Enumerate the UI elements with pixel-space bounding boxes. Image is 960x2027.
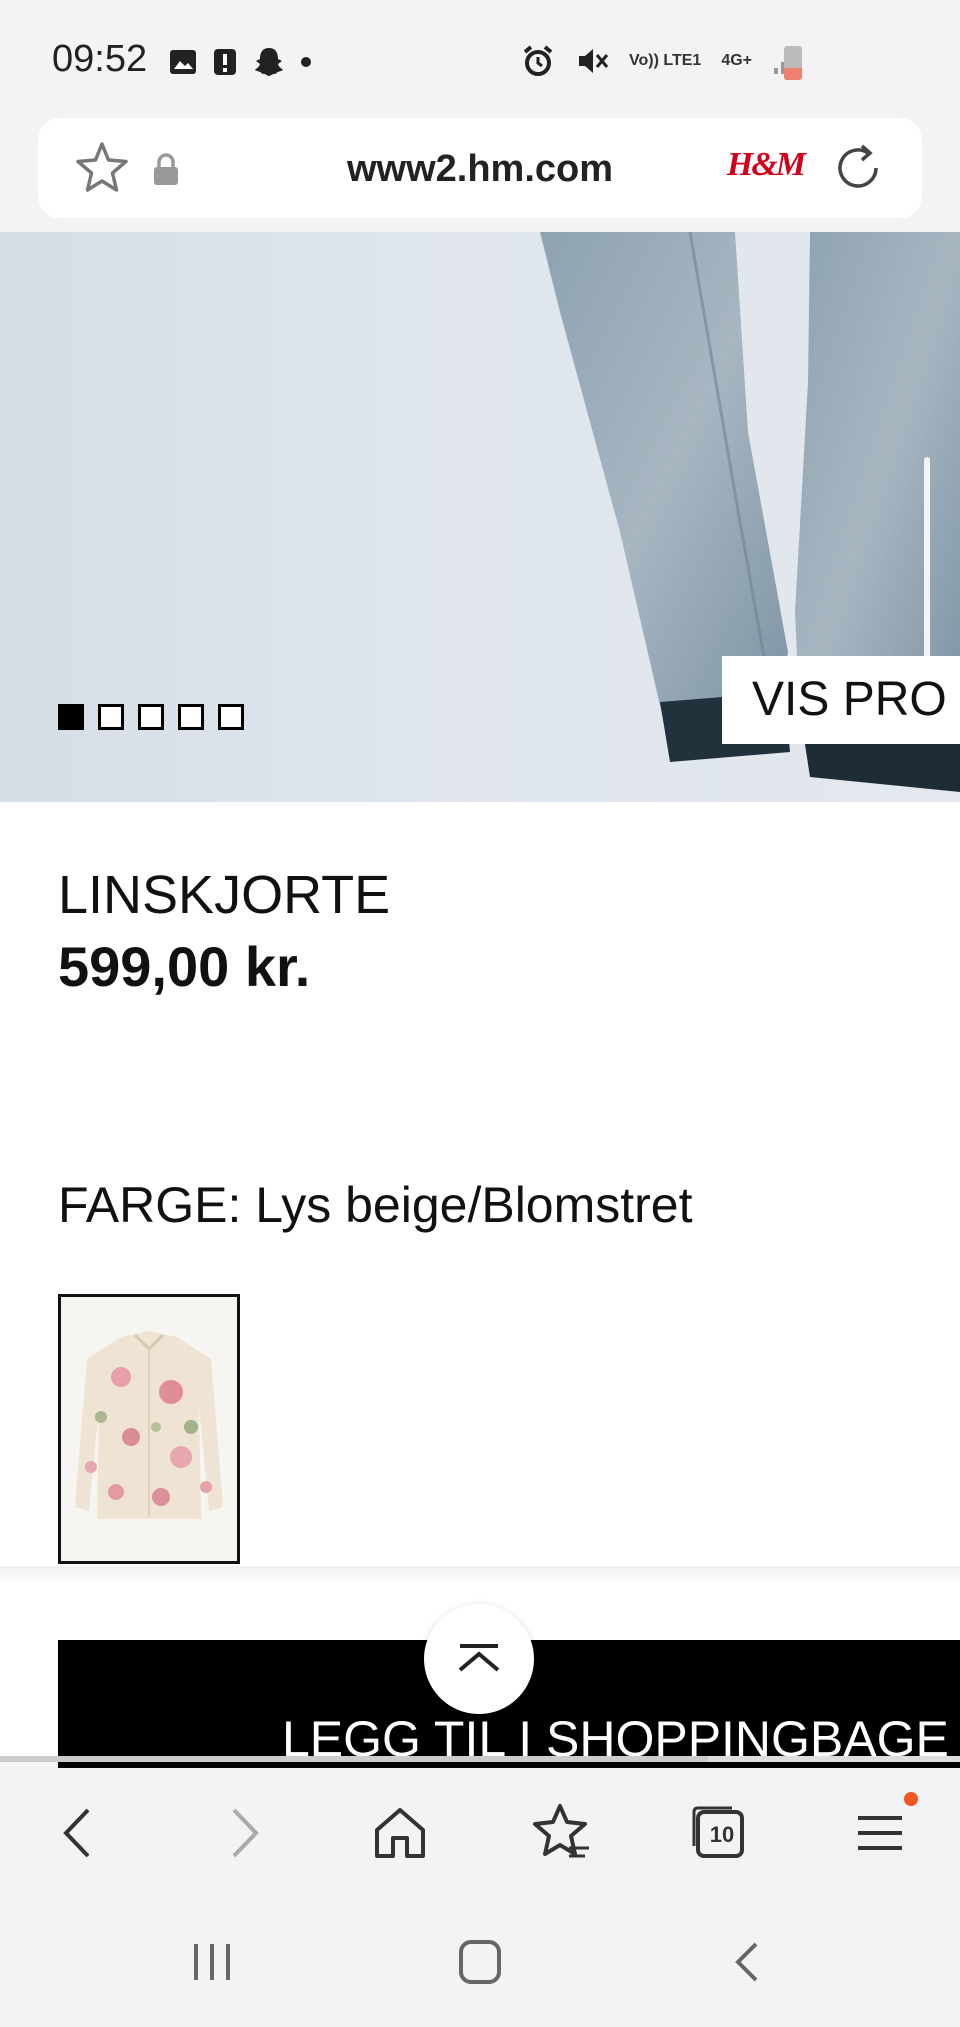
carousel-dot[interactable] bbox=[98, 704, 124, 730]
system-back-icon[interactable] bbox=[718, 1936, 778, 1988]
battery-icon bbox=[784, 46, 802, 80]
menu-button[interactable] bbox=[846, 1792, 918, 1868]
color-label: FARGE: Lys beige/Blomstret bbox=[58, 1177, 693, 1233]
snapchat-icon bbox=[255, 48, 283, 76]
image-scroll-indicator bbox=[924, 457, 930, 677]
volte-label: Vo)) LTE1 bbox=[629, 52, 702, 69]
alarm-icon bbox=[523, 45, 553, 76]
alert-icon bbox=[214, 49, 236, 75]
forward-icon[interactable] bbox=[208, 1798, 278, 1868]
status-bar: 09:52 Vo)) LTE1 4G+ bbox=[0, 0, 960, 118]
bookmarks-icon[interactable] bbox=[525, 1798, 595, 1868]
product-details: LINSKJORTE 599,00 kr. FARGE: Lys beige/B… bbox=[0, 802, 960, 1582]
status-notification-icons bbox=[168, 46, 312, 78]
back-icon[interactable] bbox=[44, 1798, 114, 1868]
home-icon[interactable] bbox=[365, 1798, 435, 1868]
color-swatch-selected[interactable] bbox=[58, 1294, 240, 1564]
carousel-dot[interactable] bbox=[138, 704, 164, 730]
recent-apps-icon[interactable] bbox=[182, 1936, 242, 1988]
status-time: 09:52 bbox=[52, 38, 148, 80]
browser-toolbar: 10 bbox=[0, 1768, 960, 1898]
carousel-dot[interactable] bbox=[218, 704, 244, 730]
network-type-label: 4G+ bbox=[721, 52, 752, 69]
carousel-dot[interactable] bbox=[58, 704, 84, 730]
scroll-to-top-icon bbox=[458, 1644, 500, 1672]
view-product-button[interactable]: VIS PRO bbox=[722, 656, 960, 744]
product-image-carousel[interactable]: VIS PRO bbox=[0, 232, 960, 802]
shirt-thumbnail bbox=[75, 1331, 223, 1519]
reload-icon[interactable] bbox=[832, 142, 884, 194]
site-logo: H&M bbox=[726, 146, 806, 183]
menu-notification-dot bbox=[904, 1792, 918, 1806]
more-notifications-icon bbox=[301, 57, 311, 67]
carousel-dot[interactable] bbox=[178, 704, 204, 730]
scroll-to-top-button[interactable] bbox=[424, 1604, 534, 1714]
carousel-dots bbox=[58, 704, 244, 730]
status-system-icons: Vo)) LTE1 4G+ bbox=[521, 44, 802, 78]
system-navigation-bar bbox=[0, 1898, 960, 2027]
tabs-button[interactable]: 10 bbox=[684, 1798, 754, 1868]
hamburger-menu-icon bbox=[858, 1816, 902, 1850]
mute-icon bbox=[579, 49, 609, 73]
tab-count: 10 bbox=[709, 1822, 735, 1847]
product-price: 599,00 kr. bbox=[58, 935, 311, 998]
gallery-icon bbox=[170, 50, 196, 74]
address-bar[interactable]: www2.hm.com H&M bbox=[38, 118, 922, 218]
product-title: LINSKJORTE bbox=[58, 865, 391, 925]
page-scroll-progress bbox=[0, 1756, 960, 1762]
system-home-icon[interactable] bbox=[450, 1936, 510, 1988]
